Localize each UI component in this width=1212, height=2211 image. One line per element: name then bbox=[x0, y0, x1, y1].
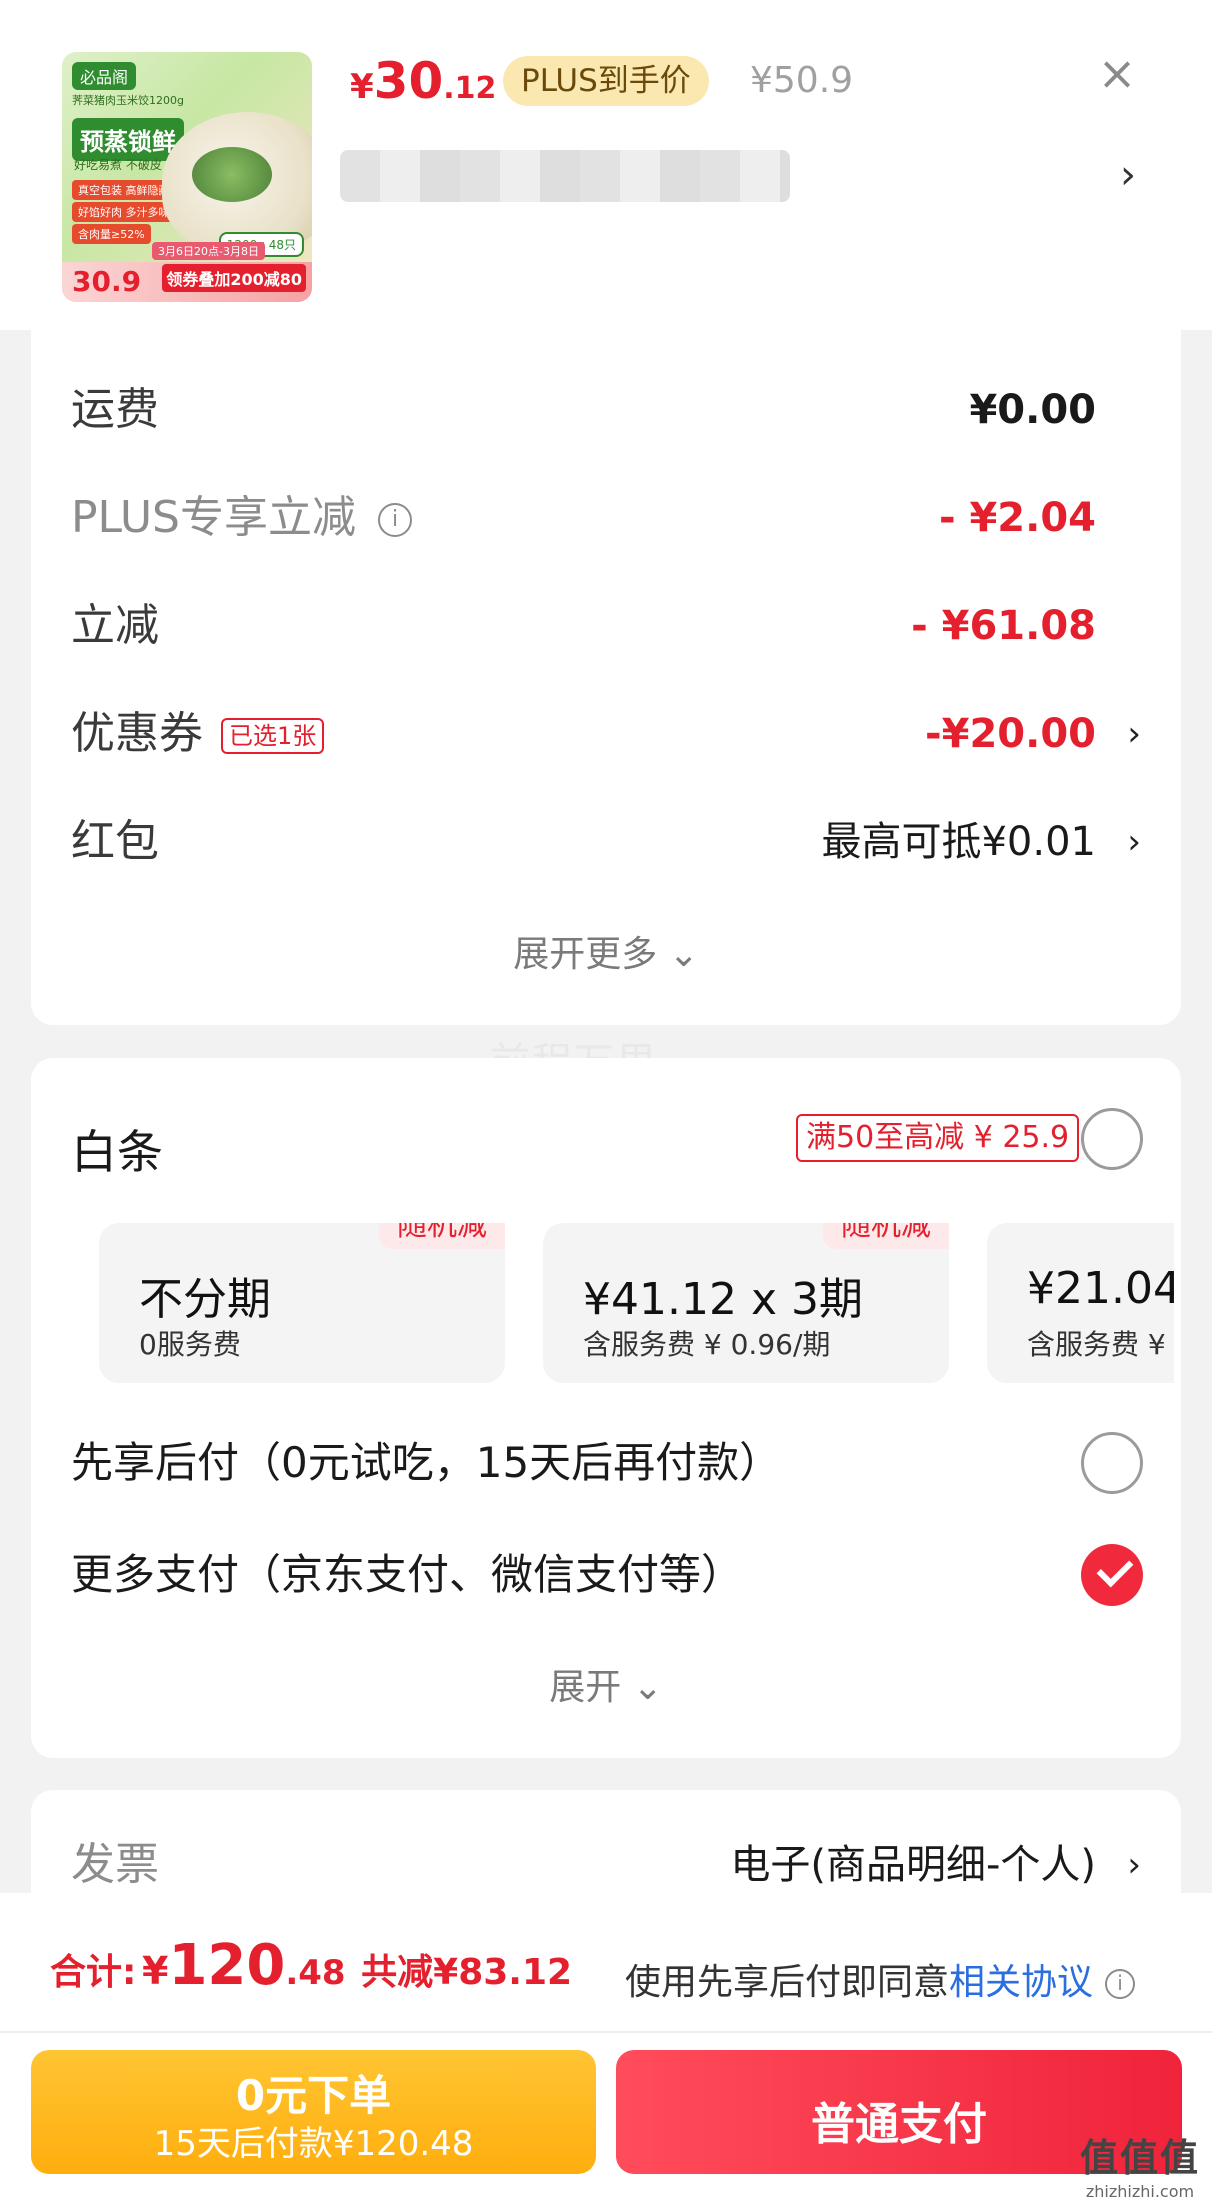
info-icon[interactable]: i bbox=[1105, 1969, 1136, 1999]
checkout-page: 必品阁 荠菜猪肉玉米饺1200g 预蒸锁鲜 好吃易煮 不破皮 真空包装 高鲜隐藏… bbox=[0, 0, 1212, 2211]
plan-sub: 0服务费 bbox=[139, 1328, 241, 1361]
promo-text: 领券叠加200减80 bbox=[162, 264, 306, 292]
dumpling-image bbox=[162, 112, 312, 252]
more-payment-label: 更多支付（京东支付、微信支付等） bbox=[71, 1550, 744, 1599]
plan-title: ¥41.12 x 3期 bbox=[583, 1274, 863, 1325]
fee-card: 运费 ¥0.00 PLUS专享立减 i - ¥2.04 立减 - ¥61.08 优… bbox=[31, 330, 1181, 1025]
chevron-right-icon[interactable]: › bbox=[1127, 1835, 1141, 1895]
product-headline: 预蒸锁鲜 bbox=[72, 118, 184, 161]
total-decimal: .48 bbox=[285, 1953, 346, 1993]
shipping-row: 运费 ¥0.00 bbox=[71, 380, 1141, 440]
price-integer: 30 bbox=[373, 52, 444, 110]
shipping-label: 运费 bbox=[71, 384, 159, 435]
blurred-product-title[interactable] bbox=[340, 150, 790, 202]
zero-order-label: 0元下单 bbox=[235, 2071, 392, 2120]
total-amount: 合计: ¥120.48 共减¥83.12 bbox=[50, 1933, 572, 1998]
plan-title: 不分期 bbox=[139, 1274, 271, 1325]
plan-sub: 含服务费 ¥ 0.96/期 bbox=[583, 1328, 831, 1361]
price-decimal: .12 bbox=[443, 71, 497, 106]
invoice-value: 电子(商品明细-个人) bbox=[730, 1842, 1096, 1888]
installment-plan[interactable]: ¥41.12 x 3期 含服务费 ¥ 0.96/期 随机减 bbox=[543, 1223, 949, 1383]
total-currency: ¥ bbox=[141, 1949, 169, 1993]
coupon-text: 优惠券 bbox=[71, 708, 203, 759]
red-packet-label: 红包 bbox=[71, 816, 159, 867]
zero-order-button[interactable]: 0元下单 15天后付款¥120.48 bbox=[31, 2050, 596, 2174]
shipping-value: ¥0.00 bbox=[969, 387, 1096, 433]
bnpl-row[interactable]: 先享后付（0元试吃，15天后再付款） bbox=[71, 1428, 1141, 1498]
total-integer: 120 bbox=[168, 1933, 286, 1998]
total-saved: 共减¥83.12 bbox=[361, 1952, 573, 1993]
product-brand: 必品阁 bbox=[72, 62, 137, 90]
red-packet-row[interactable]: 红包 最高可抵¥0.01 › bbox=[71, 812, 1141, 872]
divider bbox=[0, 2031, 1212, 2033]
close-button[interactable]: × bbox=[1092, 48, 1142, 98]
coupon-selected-tag: 已选1张 bbox=[221, 718, 325, 754]
original-price: ¥50.9 bbox=[750, 60, 854, 101]
product-feature: 含肉量≥52% bbox=[72, 224, 151, 244]
agreement-link[interactable]: 相关协议 bbox=[949, 1962, 1093, 2003]
price-currency: ¥ bbox=[350, 67, 374, 107]
installment-plans: 不分期 0服务费 随机减 ¥41.12 x 3期 含服务费 ¥ 0.96/期 随… bbox=[69, 1223, 1174, 1383]
invoice-label: 发票 bbox=[71, 1839, 159, 1890]
logo-domain: zhizhizhi.com bbox=[1085, 2182, 1195, 2201]
bnpl-radio[interactable] bbox=[1081, 1432, 1143, 1494]
instant-discount-row: 立减 - ¥61.08 bbox=[71, 596, 1141, 656]
coupon-label: 优惠券 已选1张 bbox=[71, 704, 325, 764]
coupon-value: -¥20.00 bbox=[925, 711, 1096, 757]
promo-date: 3月6日20点-3月8日 bbox=[152, 242, 265, 260]
plus-discount-label: PLUS专享立减 i bbox=[71, 488, 412, 548]
plus-price-tag: PLUS到手价 bbox=[503, 56, 709, 106]
product-feature: 好馅好肉 多汁多味 bbox=[72, 202, 176, 222]
baitiao-promo-tag: 满50至高减 ¥ 25.9 bbox=[796, 1114, 1080, 1162]
checkout-footer: 合计: ¥120.48 共减¥83.12 使用先享后付即同意相关协议 i 0元下单… bbox=[0, 1893, 1212, 2211]
expand-more-button[interactable]: 展开更多 ⌄ bbox=[31, 925, 1181, 977]
instant-discount-label: 立减 bbox=[71, 600, 159, 651]
installment-plan[interactable]: 不分期 0服务费 随机减 bbox=[99, 1223, 505, 1383]
agreement-text: 使用先享后付即同意相关协议 i bbox=[625, 1953, 1136, 2005]
product-small-line: 荠菜猪肉玉米饺1200g bbox=[72, 94, 184, 107]
product-thumbnail[interactable]: 必品阁 荠菜猪肉玉米饺1200g 预蒸锁鲜 好吃易煮 不破皮 真空包装 高鲜隐藏… bbox=[62, 52, 312, 302]
bnpl-label: 先享后付（0元试吃，15天后再付款） bbox=[71, 1438, 782, 1487]
coupon-row[interactable]: 优惠券 已选1张 -¥20.00 › bbox=[71, 704, 1141, 764]
baitiao-label: 白条 bbox=[71, 1125, 163, 1179]
site-watermark-logo: 值值值 zhizhizhi.com bbox=[1080, 2127, 1200, 2201]
more-payment-row[interactable]: 更多支付（京东支付、微信支付等） bbox=[71, 1540, 1141, 1610]
plan-sub: 含服务费 ¥ bbox=[1027, 1328, 1166, 1361]
plan-title: ¥21.04 x bbox=[1027, 1263, 1174, 1314]
plan-badge: 随机减 bbox=[823, 1223, 949, 1249]
chevron-right-icon[interactable]: › bbox=[1120, 152, 1136, 198]
info-icon[interactable]: i bbox=[378, 503, 412, 537]
product-header: 必品阁 荠菜猪肉玉米饺1200g 预蒸锁鲜 好吃易煮 不破皮 真空包装 高鲜隐藏… bbox=[0, 0, 1212, 330]
invoice-row[interactable]: 发票 电子(商品明细-个人) › bbox=[71, 1835, 1141, 1895]
instant-discount-value: - ¥61.08 bbox=[911, 603, 1096, 649]
zero-order-sublabel: 15天后付款¥120.48 bbox=[153, 2124, 474, 2164]
plus-discount-row: PLUS专享立减 i - ¥2.04 bbox=[71, 488, 1141, 548]
promo-price: 30.9 bbox=[72, 265, 142, 298]
plus-price: ¥30.12 bbox=[350, 52, 496, 110]
expand-payment-button[interactable]: 展开 ⌄ bbox=[31, 1658, 1181, 1710]
chevron-right-icon[interactable]: › bbox=[1127, 812, 1141, 872]
chevron-right-icon[interactable]: › bbox=[1127, 704, 1141, 764]
plus-discount-text: PLUS专享立减 bbox=[71, 492, 356, 543]
product-sub: 好吃易煮 不破皮 bbox=[74, 158, 162, 172]
plus-discount-value: - ¥2.04 bbox=[938, 495, 1096, 541]
total-label: 合计: bbox=[50, 1952, 137, 1993]
installment-plan[interactable]: ¥21.04 x 含服务费 ¥ bbox=[987, 1223, 1174, 1383]
red-packet-value: 最高可抵¥0.01 bbox=[821, 819, 1096, 865]
logo-text: 值值值 bbox=[1079, 2136, 1200, 2180]
more-payment-radio-checked[interactable] bbox=[1081, 1544, 1143, 1606]
product-feature: 真空包装 高鲜隐藏 bbox=[72, 180, 176, 200]
baitiao-radio[interactable] bbox=[1081, 1108, 1143, 1170]
agreement-prefix: 使用先享后付即同意 bbox=[625, 1962, 950, 2003]
payment-card: 白条 满50至高减 ¥ 25.9 不分期 0服务费 随机减 ¥41.12 x 3… bbox=[31, 1058, 1181, 1758]
plan-badge: 随机减 bbox=[379, 1223, 505, 1249]
